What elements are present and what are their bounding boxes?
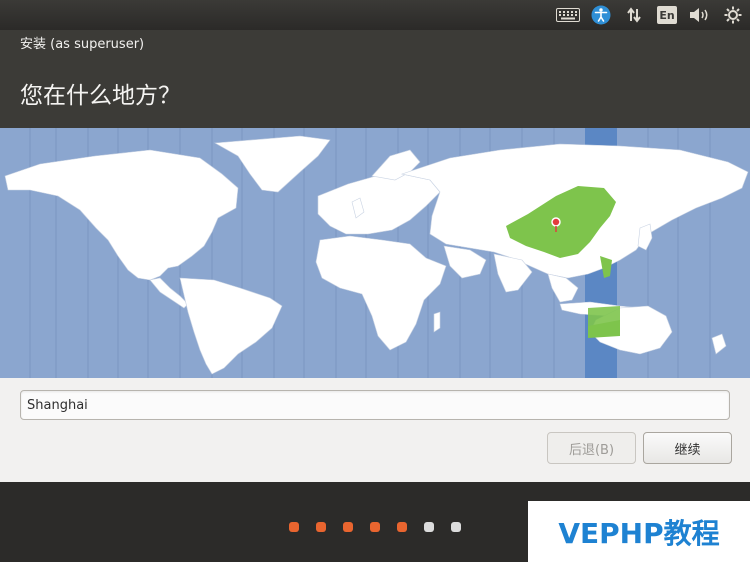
- window-title: 安装 (as superuser): [20, 37, 145, 52]
- accessibility-icon[interactable]: [590, 5, 612, 25]
- continents: [4, 135, 749, 375]
- watermark-text: VEPHP教程: [558, 516, 720, 550]
- keyboard-icon[interactable]: [555, 5, 581, 25]
- location-input[interactable]: [20, 390, 730, 420]
- progress-dot: [424, 522, 434, 532]
- watermark: VEPHP教程: [528, 501, 750, 562]
- progress-dot: [451, 522, 461, 532]
- progress-dot: [316, 522, 326, 532]
- network-icon[interactable]: [623, 5, 645, 25]
- top-panel: En: [0, 0, 750, 30]
- progress-dot: [370, 522, 380, 532]
- continue-button[interactable]: 继续: [643, 432, 732, 464]
- back-button[interactable]: 后退(B): [547, 432, 636, 464]
- timezone-map[interactable]: [0, 128, 750, 378]
- progress-dot: [397, 522, 407, 532]
- page-title: 您在什么地方？: [20, 83, 181, 109]
- language-indicator[interactable]: En: [657, 6, 677, 24]
- gear-icon[interactable]: [722, 5, 744, 25]
- volume-icon[interactable]: [688, 5, 712, 25]
- progress-dot: [343, 522, 353, 532]
- progress-dot: [289, 522, 299, 532]
